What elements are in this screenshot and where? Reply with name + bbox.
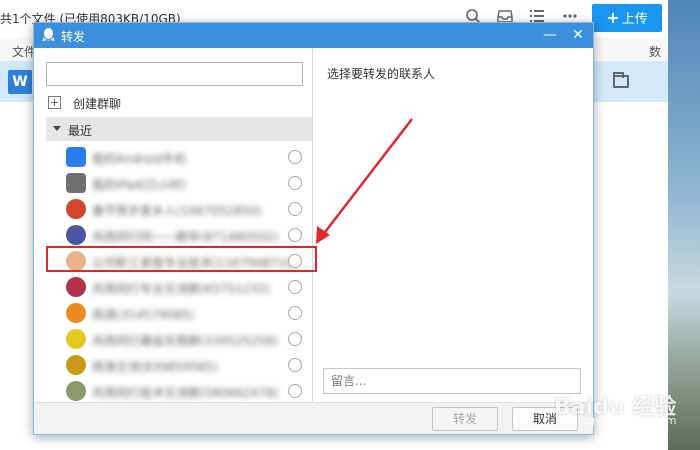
forward-dialog: 转发 — ✕ + 创建群聊 最近 我的Android手机 我的iPad(已小时) 春…	[33, 22, 594, 435]
folder-icon[interactable]	[613, 72, 629, 88]
contact-row[interactable]: 风雨同行同一一群年(871480502)	[46, 223, 312, 247]
dialog-title: 转发	[61, 30, 86, 44]
avatar-icon	[66, 329, 86, 349]
desktop-wallpaper	[668, 0, 700, 450]
contact-name: 风雨同行同一一群年(871480502)	[92, 230, 279, 244]
contact-name: 雨滴交流(839859565)	[92, 360, 219, 374]
minimize-button[interactable]: —	[540, 25, 560, 45]
word-file-icon: W	[8, 70, 32, 94]
contact-name: 我的Android手机	[92, 152, 187, 166]
contact-select-radio[interactable]	[288, 228, 302, 242]
create-group-label: 创建群聊	[73, 97, 122, 111]
contact-row[interactable]: 风雨同行邂逅无限群(339525258)	[46, 327, 312, 351]
contact-select-radio[interactable]	[288, 384, 302, 398]
contact-select-radio[interactable]	[288, 150, 302, 164]
contact-row[interactable]: 风雨同行专业交流群(65751232)	[46, 275, 312, 299]
contact-row[interactable]: 雨滴交流(839859565)	[46, 353, 312, 377]
avatar-icon	[66, 199, 86, 219]
close-button[interactable]: ✕	[568, 25, 588, 45]
contact-name: 我的iPad(已小时)	[92, 178, 187, 192]
baidu-watermark-url: jingyan.baidu.com	[575, 414, 677, 427]
avatar-icon	[66, 225, 86, 245]
contact-name: 风雨同行专业交流群(65751232)	[92, 282, 271, 296]
avatar-icon	[66, 277, 86, 297]
recent-section-label: 最近	[68, 124, 93, 138]
contact-row[interactable]: 风雨同行技术交流群(580662478)	[46, 379, 312, 402]
highlight-annotation-box	[46, 246, 317, 272]
avatar-icon	[66, 355, 86, 375]
upload-button-label: 上传	[621, 12, 648, 27]
forward-button[interactable]: 转发	[432, 407, 498, 431]
recent-contact-list: 我的Android手机 我的iPad(已小时) 春节贺岁家乡人(1067052850…	[46, 145, 312, 402]
contact-search-input[interactable]	[46, 62, 303, 86]
recent-section-header[interactable]: 最近	[46, 117, 312, 141]
contact-row[interactable]: 我的iPad(已小时)	[46, 171, 312, 195]
contact-row[interactable]: 春节贺岁家乡人(1067052850)	[46, 197, 312, 221]
plus-icon: +	[606, 8, 620, 27]
selection-hint: 选择要转发的联系人	[327, 67, 436, 81]
avatar-icon	[66, 303, 86, 323]
message-input[interactable]	[323, 368, 581, 394]
contact-select-radio[interactable]	[288, 176, 302, 190]
selected-contacts-pane: 选择要转发的联系人	[314, 48, 593, 402]
qq-penguin-icon	[42, 28, 55, 41]
plus-icon: +	[48, 96, 61, 109]
contact-selector-pane: + 创建群聊 最近 我的Android手机 我的iPad(已小时) 春节贺岁家乡人(…	[34, 48, 313, 402]
contact-row[interactable]: 我的Android手机	[46, 145, 312, 169]
avatar-icon	[66, 381, 86, 401]
contact-name: 春节贺岁家乡人(1067052850)	[92, 204, 262, 218]
dialog-footer: 转发 取消	[34, 402, 593, 434]
chevron-down-icon	[53, 126, 61, 131]
contact-name: 雨滴(314579085)	[92, 308, 195, 322]
contact-select-radio[interactable]	[288, 202, 302, 216]
tablet-icon	[66, 173, 86, 193]
contact-select-radio[interactable]	[288, 306, 302, 320]
upload-button[interactable]: + 上传	[592, 4, 662, 32]
contact-select-radio[interactable]	[288, 332, 302, 346]
contact-name: 风雨同行邂逅无限群(339525258)	[92, 334, 279, 348]
dialog-titlebar[interactable]: 转发 — ✕	[34, 23, 593, 48]
contact-select-radio[interactable]	[288, 358, 302, 372]
contact-select-radio[interactable]	[288, 280, 302, 294]
column-count[interactable]: 数	[649, 43, 661, 60]
contact-name: 风雨同行技术交流群(580662478)	[92, 386, 279, 400]
contact-row[interactable]: 雨滴(314579085)	[46, 301, 312, 325]
phone-icon	[66, 147, 86, 167]
